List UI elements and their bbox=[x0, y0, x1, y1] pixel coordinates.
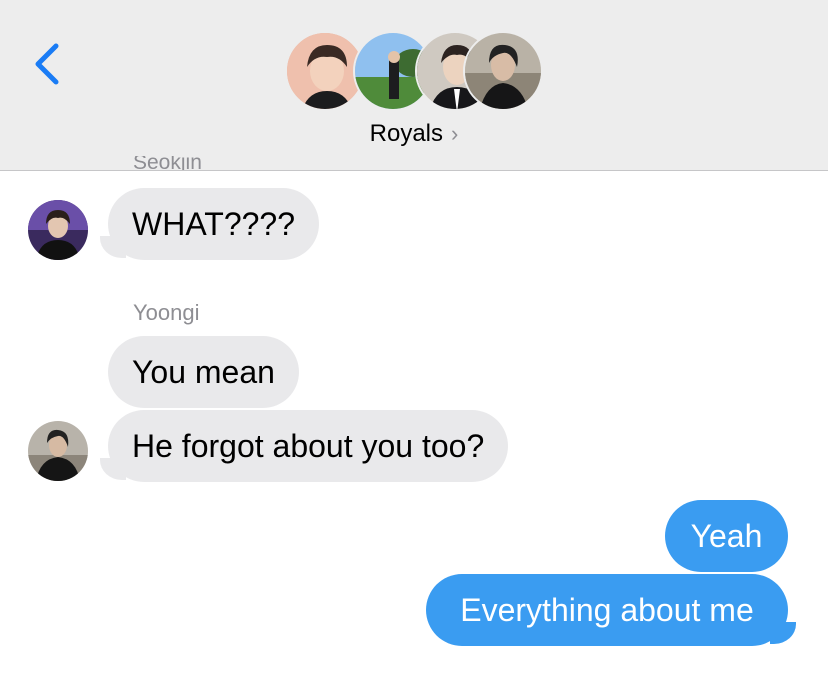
group-name-label: Royals bbox=[369, 120, 444, 147]
group-name[interactable]: Royals › bbox=[0, 120, 828, 148]
avatar[interactable] bbox=[28, 200, 88, 260]
chevron-right-icon: › bbox=[451, 121, 459, 146]
conversation-header: Royals › bbox=[0, 0, 828, 171]
avatar[interactable] bbox=[28, 421, 88, 481]
group-avatars[interactable] bbox=[0, 31, 828, 113]
message-bubble-outgoing[interactable]: Everything about me bbox=[426, 574, 788, 646]
message-bubble[interactable]: You mean bbox=[108, 336, 299, 408]
sender-name: Yoongi bbox=[133, 300, 200, 325]
group-avatar-4 bbox=[463, 31, 543, 111]
sender-name-clipped: Seokjin bbox=[133, 156, 202, 170]
message-bubble[interactable]: He forgot about you too? bbox=[108, 410, 509, 482]
message-bubble[interactable]: WHAT???? bbox=[108, 188, 320, 260]
message-bubble-outgoing[interactable]: Yeah bbox=[665, 500, 788, 572]
